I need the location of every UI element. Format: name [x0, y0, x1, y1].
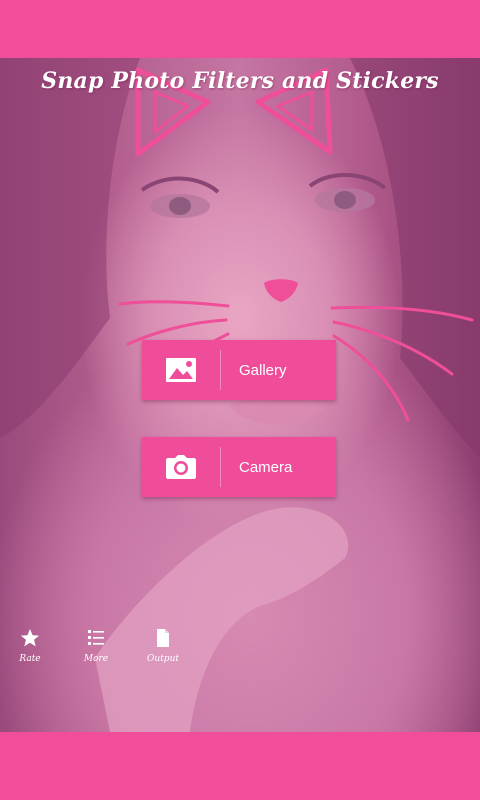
app-title: Snap Photo Filters and Stickers	[41, 68, 439, 94]
rate-label: Rate	[19, 654, 41, 664]
camera-label: Camera	[239, 458, 293, 476]
gallery-label: Gallery	[239, 361, 287, 379]
output-button[interactable]: Output	[145, 628, 181, 664]
camera-button[interactable]: Camera	[142, 437, 336, 497]
bottom-bar	[0, 732, 480, 800]
more-button[interactable]: More	[78, 628, 114, 664]
output-label: Output	[147, 654, 179, 664]
list-icon	[88, 630, 104, 645]
top-bar	[0, 0, 480, 58]
image-icon	[142, 340, 220, 400]
star-icon	[20, 629, 40, 647]
more-label: More	[83, 654, 109, 664]
rate-button[interactable]: Rate	[12, 628, 48, 664]
document-icon	[157, 629, 169, 647]
camera-icon	[142, 437, 220, 497]
gallery-button[interactable]: Gallery	[142, 340, 336, 400]
